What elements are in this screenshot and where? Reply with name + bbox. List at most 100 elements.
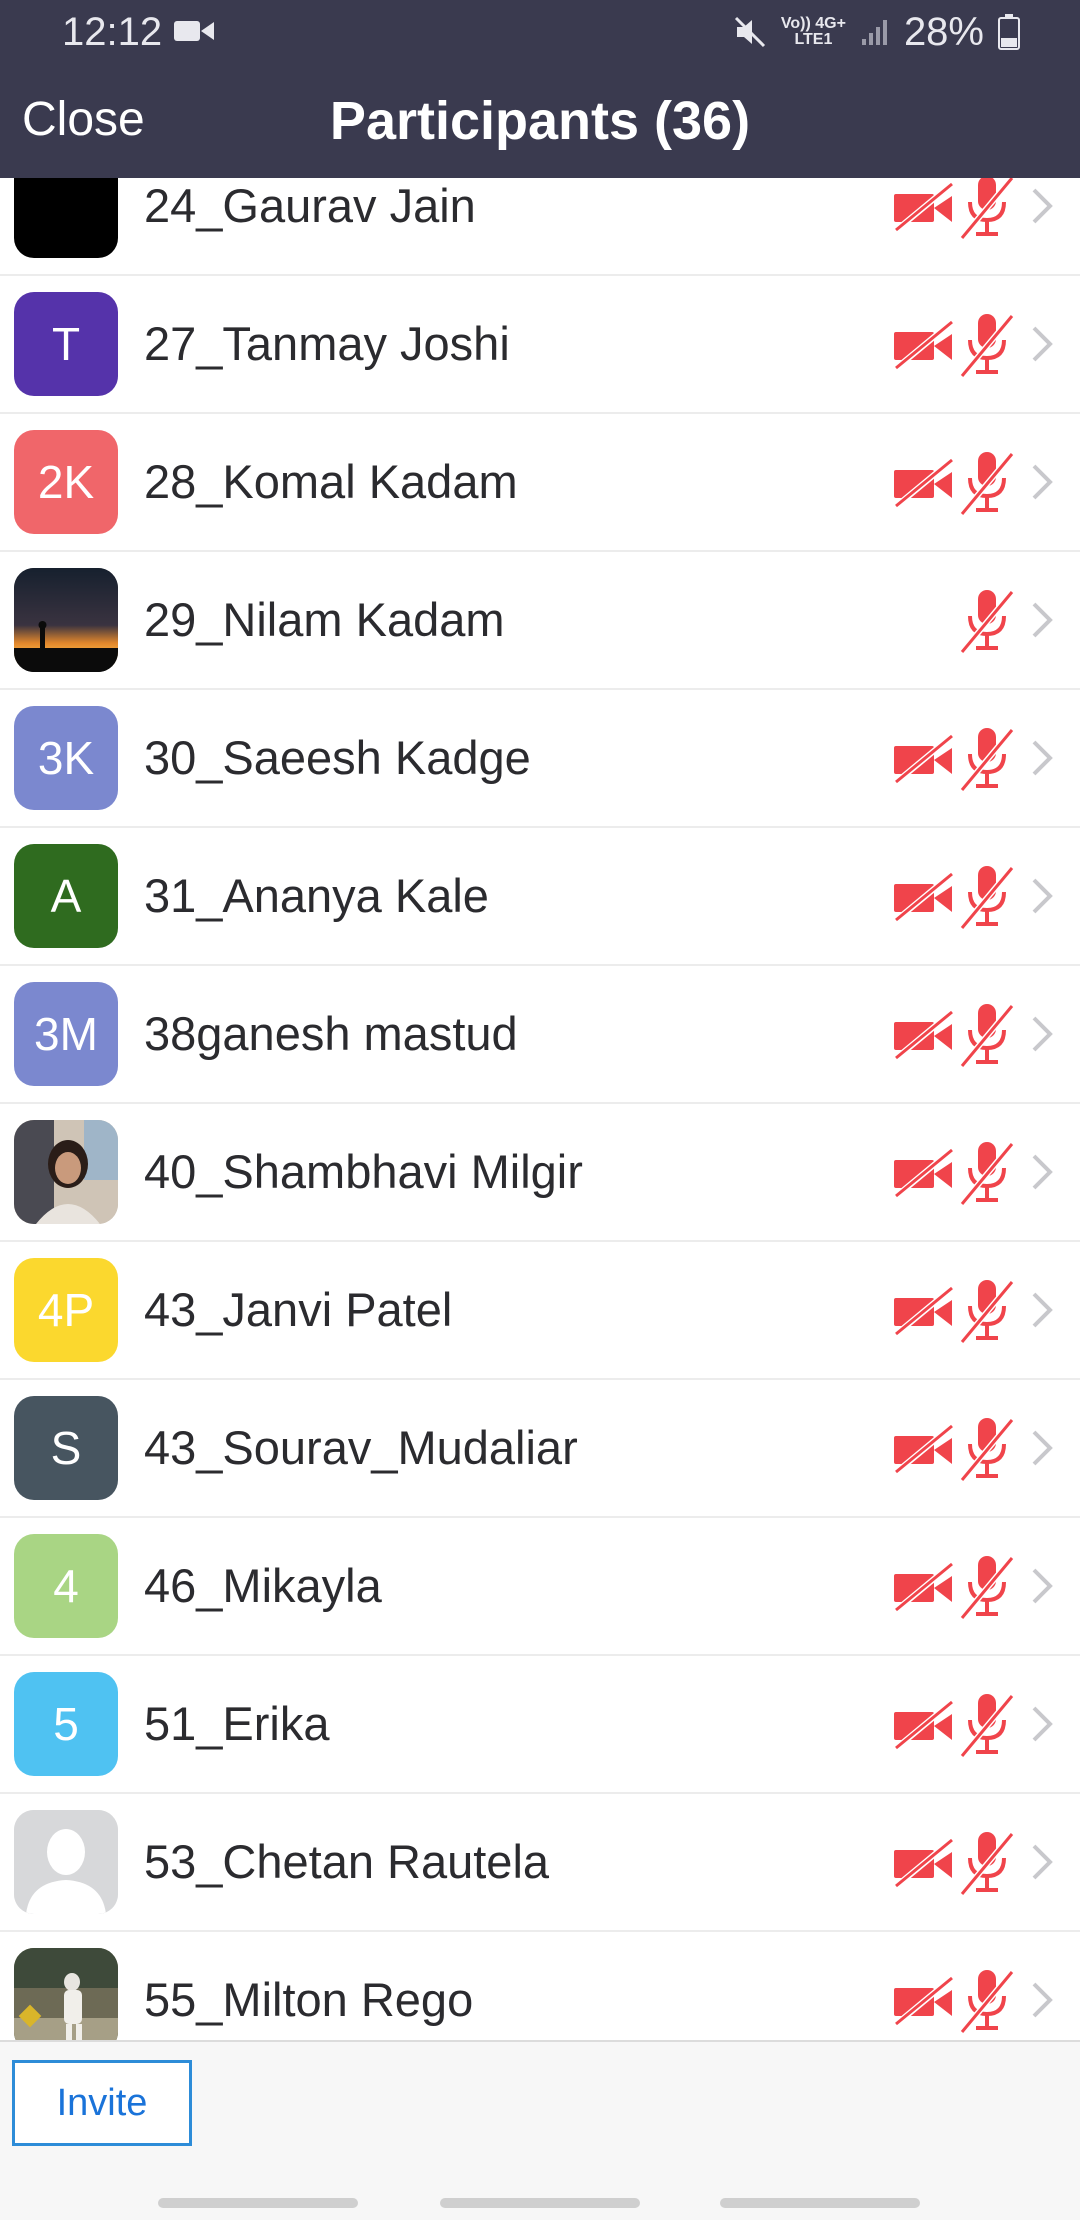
avatar: S xyxy=(14,1396,118,1500)
battery-percent: 28% xyxy=(903,9,984,54)
avatar-initials: S xyxy=(50,1422,82,1474)
participant-row[interactable]: 29_Nilam Kadam xyxy=(0,552,1080,690)
mic-muted-icon xyxy=(956,1966,1018,2034)
participant-row[interactable]: 4P 43_Janvi Patel xyxy=(0,1242,1080,1380)
nav-back-bar[interactable] xyxy=(720,2198,920,2208)
avatar: 4 xyxy=(14,1534,118,1638)
video-off-icon xyxy=(892,870,954,925)
avatar: 3K xyxy=(14,706,118,810)
avatar: 4P xyxy=(14,1258,118,1362)
participant-name: 24_Gaurav Jain xyxy=(144,179,476,232)
page-title: Participants (36) xyxy=(329,91,751,151)
chevron-right-icon[interactable] xyxy=(1030,324,1054,364)
mic-muted-icon xyxy=(956,1828,1018,1896)
video-off-icon xyxy=(892,180,954,235)
battery-icon xyxy=(998,14,1020,50)
mic-muted-icon xyxy=(956,724,1018,792)
video-off-icon xyxy=(892,1836,954,1891)
nav-home-bar[interactable] xyxy=(440,2198,640,2208)
avatar-initials: T xyxy=(51,318,81,370)
participant-name: 31_Ananya Kale xyxy=(144,869,489,922)
avatar: T xyxy=(14,292,118,396)
status-time: 12:12 xyxy=(62,10,163,54)
footer: Invite xyxy=(0,2040,1080,2220)
avatar-initials: 3M xyxy=(34,1008,98,1060)
mic-muted-icon xyxy=(956,1138,1018,1206)
mic-muted-icon xyxy=(956,862,1018,930)
participant-row[interactable]: 3M 38ganesh mastud xyxy=(0,966,1080,1104)
participant-row[interactable]: A 31_Ananya Kale xyxy=(0,828,1080,966)
participant-name: 30_Saeesh Kadge xyxy=(144,731,531,784)
participant-row[interactable]: 40_Shambhavi Milgir xyxy=(0,1104,1080,1242)
chevron-right-icon[interactable] xyxy=(1030,876,1054,916)
avatar: 5 xyxy=(14,1672,118,1776)
chevron-right-icon[interactable] xyxy=(1030,1704,1054,1744)
participant-row[interactable]: 53_Chetan Rautela xyxy=(0,1794,1080,1932)
avatar-initials: 4P xyxy=(37,1284,95,1336)
mic-muted-icon xyxy=(956,1552,1018,1620)
avatar: A xyxy=(14,844,118,948)
signal-icon xyxy=(861,20,887,45)
avatar xyxy=(14,178,118,258)
video-off-icon xyxy=(892,732,954,787)
network-bottom: LTE1 xyxy=(794,31,833,48)
participant-row[interactable]: S 43_Sourav_Mudaliar xyxy=(0,1380,1080,1518)
avatar xyxy=(14,568,118,672)
mic-muted-icon xyxy=(956,1276,1018,1344)
participant-row[interactable]: 3K 30_Saeesh Kadge xyxy=(0,690,1080,828)
video-camera-icon xyxy=(174,21,214,41)
mute-icon xyxy=(734,16,765,48)
participant-row[interactable]: 5 51_Erika xyxy=(0,1656,1080,1794)
video-off-icon xyxy=(892,1974,954,2029)
nav-recents-bar[interactable] xyxy=(158,2198,358,2208)
participant-list[interactable]: 24_Gaurav Jain T 27_Tanmay Joshi 2K 28_Komal… xyxy=(0,178,1080,2040)
chevron-right-icon[interactable] xyxy=(1030,738,1054,778)
participant-name: 38ganesh mastud xyxy=(144,1007,518,1060)
video-off-icon xyxy=(892,1698,954,1753)
participant-row[interactable]: T 27_Tanmay Joshi xyxy=(0,276,1080,414)
status-right: Vo)) 4G+ LTE1 28% xyxy=(733,10,1020,54)
participant-row[interactable]: 24_Gaurav Jain xyxy=(0,178,1080,276)
chevron-right-icon[interactable] xyxy=(1030,600,1054,640)
video-off-icon xyxy=(892,1008,954,1063)
avatar xyxy=(14,1948,118,2040)
chevron-right-icon[interactable] xyxy=(1030,1842,1054,1882)
chevron-right-icon[interactable] xyxy=(1030,1980,1054,2020)
chevron-right-icon[interactable] xyxy=(1030,1014,1054,1054)
chevron-right-icon[interactable] xyxy=(1030,462,1054,502)
participant-name: 43_Janvi Patel xyxy=(144,1283,453,1336)
avatar-initials: 4 xyxy=(53,1560,79,1612)
network-label: Vo)) 4G+ LTE1 xyxy=(781,16,846,48)
avatar-initials: 2K xyxy=(37,456,95,508)
avatar-initials: 3K xyxy=(37,732,95,784)
chevron-right-icon[interactable] xyxy=(1030,1428,1054,1468)
mic-muted-icon xyxy=(956,310,1018,378)
avatar xyxy=(14,1810,118,1914)
participant-row[interactable]: 2K 28_Komal Kadam xyxy=(0,414,1080,552)
mic-muted-icon xyxy=(956,178,1018,240)
participant-name: 55_Milton Rego xyxy=(144,1973,474,2026)
avatar: 2K xyxy=(14,430,118,534)
mic-muted-icon xyxy=(956,1000,1018,1068)
invite-button[interactable]: Invite xyxy=(12,2060,192,2146)
chevron-right-icon[interactable] xyxy=(1030,1152,1054,1192)
mic-muted-icon xyxy=(956,1690,1018,1758)
avatar-initials: 5 xyxy=(53,1698,79,1750)
video-off-icon xyxy=(892,318,954,373)
participant-name: 53_Chetan Rautela xyxy=(144,1835,550,1888)
video-off-icon xyxy=(892,1146,954,1201)
chevron-right-icon[interactable] xyxy=(1030,186,1054,226)
header: Close Participants (36) xyxy=(0,64,1080,178)
participant-name: 29_Nilam Kadam xyxy=(144,593,505,646)
video-off-icon xyxy=(892,1422,954,1477)
participant-name: 27_Tanmay Joshi xyxy=(144,317,510,370)
participant-row[interactable]: 55_Milton Rego xyxy=(0,1932,1080,2040)
participant-row[interactable]: 4 46_Mikayla xyxy=(0,1518,1080,1656)
mic-muted-icon xyxy=(956,1414,1018,1482)
participant-name: 46_Mikayla xyxy=(144,1559,382,1612)
participant-name: 28_Komal Kadam xyxy=(144,455,518,508)
chevron-right-icon[interactable] xyxy=(1030,1566,1054,1606)
participant-name: 40_Shambhavi Milgir xyxy=(144,1145,583,1198)
chevron-right-icon[interactable] xyxy=(1030,1290,1054,1330)
mic-muted-icon xyxy=(956,448,1018,516)
